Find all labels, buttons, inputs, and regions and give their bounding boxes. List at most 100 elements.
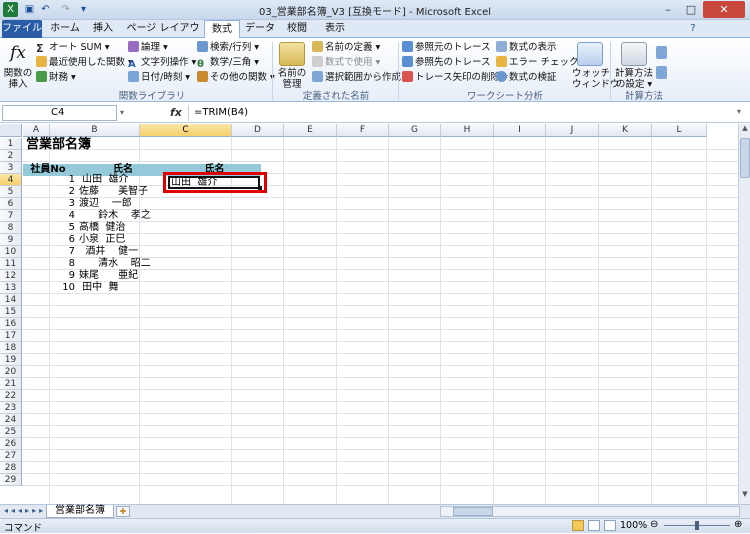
row-header-13[interactable]: 13: [0, 282, 22, 294]
zoom-level[interactable]: 100%: [620, 520, 647, 531]
help-icon[interactable]: ?: [686, 20, 700, 38]
cell-employee-name[interactable]: 渡辺 一郎: [79, 198, 132, 210]
calculate-now-icon[interactable]: [656, 46, 667, 59]
row-header-18[interactable]: 18: [0, 342, 22, 354]
row-header-10[interactable]: 10: [0, 246, 22, 258]
zoom-in-icon[interactable]: ⊕: [734, 519, 742, 530]
vertical-scrollbar[interactable]: ▲ ▼: [738, 124, 750, 504]
row-header-19[interactable]: 19: [0, 354, 22, 366]
tab-data[interactable]: データ: [243, 20, 277, 38]
cell-employee-name[interactable]: 佐藤 美智子: [79, 186, 148, 198]
cell-employee-no[interactable]: 6: [23, 234, 75, 246]
normal-view-icon[interactable]: [572, 520, 584, 531]
horizontal-scrollbar[interactable]: [440, 506, 740, 517]
cell-employee-no[interactable]: 10: [23, 282, 75, 294]
maximize-button[interactable]: □: [680, 1, 702, 18]
sheet-nav-arrows-icon[interactable]: ◂◂◂▸▸▸: [4, 506, 46, 515]
row-header-11[interactable]: 11: [0, 258, 22, 270]
logical-button[interactable]: 論理 ▾: [128, 41, 168, 54]
close-button[interactable]: ✕: [703, 1, 745, 18]
autosum-button[interactable]: Σ オート SUM ▾: [36, 41, 110, 54]
cell-employee-no[interactable]: 8: [23, 258, 75, 270]
column-header-B[interactable]: B: [50, 124, 140, 137]
cell-employee-name[interactable]: 田中 舞: [79, 282, 118, 294]
tab-review[interactable]: 校閲: [280, 20, 314, 38]
row-header-9[interactable]: 9: [0, 234, 22, 246]
row-header-28[interactable]: 28: [0, 462, 22, 474]
cell-employee-name[interactable]: 鈴木 孝之: [79, 210, 151, 222]
name-manager-button[interactable]: 名前の 管理: [276, 42, 308, 90]
create-from-selection-button[interactable]: 選択範囲から作成: [312, 71, 401, 84]
row-header-6[interactable]: 6: [0, 198, 22, 210]
formula-input[interactable]: =TRIM(B4): [188, 105, 728, 121]
row-header-27[interactable]: 27: [0, 450, 22, 462]
row-header-15[interactable]: 15: [0, 306, 22, 318]
column-header-K[interactable]: K: [599, 124, 652, 137]
row-header-17[interactable]: 17: [0, 330, 22, 342]
row-header-8[interactable]: 8: [0, 222, 22, 234]
insert-function-fx-button[interactable]: fx: [170, 106, 182, 119]
tab-file[interactable]: ファイル: [2, 20, 42, 38]
row-header-25[interactable]: 25: [0, 426, 22, 438]
cell-employee-name[interactable]: 清水 昭二: [79, 258, 151, 270]
show-formulas-button[interactable]: 数式の表示: [496, 41, 557, 54]
sheet-tab-active[interactable]: 営業部名簿: [46, 505, 114, 518]
watch-window-button[interactable]: ウォッチ ウィンドウ: [572, 42, 620, 90]
row-header-5[interactable]: 5: [0, 186, 22, 198]
column-header-G[interactable]: G: [389, 124, 441, 137]
row-header-24[interactable]: 24: [0, 414, 22, 426]
row-header-26[interactable]: 26: [0, 438, 22, 450]
row-header-23[interactable]: 23: [0, 402, 22, 414]
tab-home[interactable]: ホーム: [46, 20, 84, 38]
insert-sheet-icon[interactable]: ✚: [116, 506, 130, 517]
row-header-22[interactable]: 22: [0, 390, 22, 402]
name-box-dropdown-icon[interactable]: ▾: [120, 108, 124, 117]
recently-used-button[interactable]: 最近使用した関数 ▾: [36, 56, 133, 69]
remove-arrows-button[interactable]: トレース矢印の削除 ▾: [402, 71, 508, 84]
column-header-J[interactable]: J: [546, 124, 599, 137]
row-header-20[interactable]: 20: [0, 366, 22, 378]
page-break-view-icon[interactable]: [604, 520, 616, 531]
name-box[interactable]: C4: [2, 105, 117, 121]
insert-function-button[interactable]: fx 関数の 挿入: [3, 42, 33, 90]
row-header-12[interactable]: 12: [0, 270, 22, 282]
row-header-2[interactable]: 2: [0, 150, 22, 162]
expand-formula-bar-icon[interactable]: ▾: [737, 107, 741, 116]
row-header-29[interactable]: 29: [0, 474, 22, 486]
row-header-7[interactable]: 7: [0, 210, 22, 222]
calculation-options-button[interactable]: 計算方法 の設定 ▾: [614, 42, 654, 90]
cell-employee-name[interactable]: 山田 雄介: [79, 174, 128, 186]
scroll-up-icon[interactable]: ▲: [740, 124, 750, 134]
cell-employee-name[interactable]: 小泉 正巳: [79, 234, 125, 246]
date-time-button[interactable]: 日付/時刻 ▾: [128, 71, 190, 84]
cell-employee-no[interactable]: 9: [23, 270, 75, 282]
tab-view[interactable]: 表示: [318, 20, 352, 38]
trace-dependents-button[interactable]: 参照先のトレース: [402, 56, 491, 69]
row-header-1[interactable]: 1: [0, 138, 22, 150]
cell-employee-name[interactable]: 妹尾 亜紀: [79, 270, 138, 282]
row-header-4[interactable]: 4: [0, 174, 22, 186]
row-header-14[interactable]: 14: [0, 294, 22, 306]
cell-employee-no[interactable]: 3: [23, 198, 75, 210]
cell-employee-name[interactable]: 酒井 健一: [79, 246, 138, 258]
cell-employee-no[interactable]: 1: [23, 174, 75, 186]
select-all-button[interactable]: [0, 124, 22, 137]
column-header-C[interactable]: C: [140, 124, 232, 137]
row-header-21[interactable]: 21: [0, 378, 22, 390]
worksheet-grid[interactable]: ABCDEFGHIJKL 1 2 3 4 5 6 7 8 9 10 11 12 13 14 15 16 17 18…: [0, 124, 738, 504]
define-name-button[interactable]: 名前の定義 ▾: [312, 41, 380, 54]
column-header-L[interactable]: L: [652, 124, 707, 137]
column-header-A[interactable]: A: [23, 124, 50, 137]
use-in-formula-button[interactable]: 数式で使用 ▾: [312, 56, 380, 69]
column-header-H[interactable]: H: [441, 124, 494, 137]
column-header-F[interactable]: F: [337, 124, 389, 137]
cell-employee-no[interactable]: 7: [23, 246, 75, 258]
cell-employee-name[interactable]: 高橋 健治: [79, 222, 125, 234]
calculate-sheet-icon[interactable]: [656, 66, 667, 79]
row-header-16[interactable]: 16: [0, 318, 22, 330]
more-functions-button[interactable]: その他の関数 ▾: [197, 71, 275, 84]
cell-employee-no[interactable]: 4: [23, 210, 75, 222]
h-scroll-thumb[interactable]: [453, 507, 493, 516]
math-trig-button[interactable]: θ 数学/三角 ▾: [197, 56, 259, 70]
lookup-button[interactable]: 検索/行列 ▾: [197, 41, 259, 54]
